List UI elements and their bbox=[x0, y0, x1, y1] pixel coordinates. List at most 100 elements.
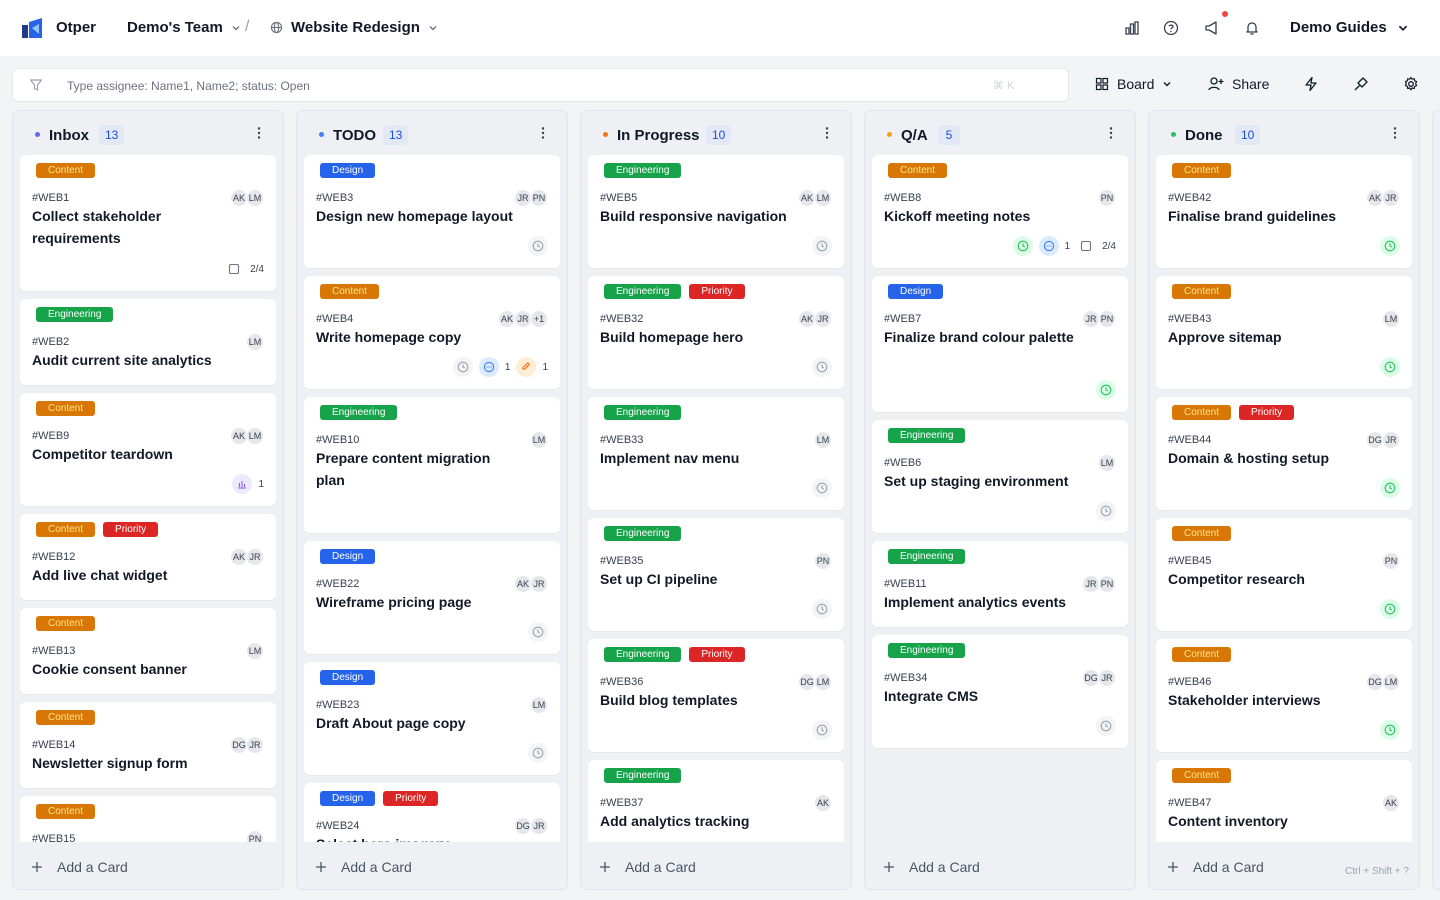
task-card[interactable]: Engineering #WEB37 Add analytics trackin… bbox=[588, 760, 844, 842]
bell-icon[interactable] bbox=[1242, 18, 1262, 38]
view-switcher-button[interactable]: Board bbox=[1095, 76, 1172, 92]
task-card[interactable]: Content Priority #WEB44 Domain & hosting … bbox=[1156, 397, 1412, 510]
clock-icon[interactable] bbox=[812, 720, 832, 740]
avatar[interactable]: LM bbox=[814, 431, 832, 449]
clock-icon[interactable] bbox=[1096, 501, 1116, 521]
column-title[interactable]: Done bbox=[1185, 127, 1223, 144]
avatar[interactable]: LM bbox=[246, 189, 264, 207]
more-vertical-icon[interactable] bbox=[819, 125, 835, 141]
avatar[interactable]: LM bbox=[1382, 673, 1400, 691]
task-card[interactable]: Content #WEB45 Competitor research PN bbox=[1156, 518, 1412, 631]
avatar[interactable]: LM bbox=[1382, 310, 1400, 328]
avatar[interactable]: LM bbox=[814, 189, 832, 207]
avatar[interactable]: LM bbox=[246, 642, 264, 660]
clock-icon[interactable] bbox=[1012, 236, 1033, 256]
task-card[interactable]: Engineering #WEB2 Audit current site ana… bbox=[20, 299, 276, 385]
help-icon[interactable] bbox=[1161, 18, 1181, 38]
task-card[interactable]: Design #WEB22 Wireframe pricing page AK J… bbox=[304, 541, 560, 654]
task-card[interactable]: Engineering Priority #WEB36 Build blog te… bbox=[588, 639, 844, 752]
avatar[interactable]: PN bbox=[814, 552, 832, 570]
clock-icon[interactable] bbox=[812, 236, 832, 256]
avatar[interactable]: JR bbox=[246, 736, 264, 754]
task-card[interactable]: Content #WEB13 Cookie consent banner LM bbox=[20, 608, 276, 694]
share-button[interactable]: Share bbox=[1208, 76, 1269, 92]
announcement-icon[interactable] bbox=[1202, 18, 1222, 38]
app-logo-icon[interactable] bbox=[20, 16, 44, 40]
clock-icon[interactable] bbox=[1096, 716, 1116, 736]
automation-icon[interactable] bbox=[1303, 76, 1319, 92]
column-title[interactable]: Inbox bbox=[49, 127, 89, 144]
comment-icon[interactable] bbox=[1038, 236, 1059, 256]
avatar[interactable]: PN bbox=[1098, 575, 1116, 593]
clock-icon[interactable] bbox=[812, 599, 832, 619]
avatar[interactable]: JR bbox=[814, 310, 832, 328]
avatar[interactable]: LM bbox=[1098, 454, 1116, 472]
integrations-icon[interactable] bbox=[1353, 76, 1369, 92]
project-switcher[interactable]: Website Redesign bbox=[270, 19, 438, 36]
avatar[interactable]: PN bbox=[1098, 189, 1116, 207]
task-card[interactable]: Engineering #WEB6 Set up staging environ… bbox=[872, 420, 1128, 533]
avatar[interactable]: AK bbox=[814, 794, 832, 812]
avatar[interactable]: LM bbox=[246, 333, 264, 351]
more-vertical-icon[interactable] bbox=[535, 125, 551, 141]
clock-icon[interactable] bbox=[1380, 599, 1400, 619]
task-card[interactable]: Engineering #WEB10 Prepare content migra… bbox=[304, 397, 560, 533]
add-card-button[interactable]: Add a Card bbox=[883, 859, 980, 875]
avatar[interactable]: PN bbox=[1382, 552, 1400, 570]
avatar[interactable]: PN bbox=[530, 189, 548, 207]
avatar[interactable]: LM bbox=[530, 696, 548, 714]
clock-icon[interactable] bbox=[1096, 380, 1116, 400]
team-switcher[interactable]: Demo's Team bbox=[127, 19, 241, 36]
more-vertical-icon[interactable] bbox=[1103, 125, 1119, 141]
task-card[interactable]: Engineering #WEB33 Implement nav menu LM bbox=[588, 397, 844, 510]
clock-icon[interactable] bbox=[1380, 478, 1400, 498]
clock-icon[interactable] bbox=[812, 357, 832, 377]
column-title[interactable]: In Progress bbox=[617, 127, 700, 144]
task-card[interactable]: Content #WEB47 Content inventory AK bbox=[1156, 760, 1412, 842]
task-card[interactable]: Engineering #WEB34 Integrate CMS DG JR bbox=[872, 635, 1128, 748]
task-card[interactable]: Content #WEB15 PN bbox=[20, 796, 276, 842]
guides-menu[interactable]: Demo Guides bbox=[1290, 19, 1409, 36]
clock-icon[interactable] bbox=[528, 236, 548, 256]
task-card[interactable]: Content #WEB14 Newsletter signup form DG… bbox=[20, 702, 276, 788]
add-card-button[interactable]: Add a Card bbox=[31, 859, 128, 875]
clock-icon[interactable] bbox=[528, 743, 548, 763]
clock-icon[interactable] bbox=[1380, 236, 1400, 256]
task-card[interactable]: Content #WEB43 Approve sitemap LM bbox=[1156, 276, 1412, 389]
task-card[interactable]: Design #WEB23 Draft About page copy LM bbox=[304, 662, 560, 775]
more-vertical-icon[interactable] bbox=[251, 125, 267, 141]
task-card[interactable]: Design Priority #WEB24 Select hero imager… bbox=[304, 783, 560, 842]
task-card[interactable]: Content #WEB4 Write homepage copy AK JR +1… bbox=[304, 276, 560, 389]
task-card[interactable]: Design #WEB7 Finalize brand colour palet… bbox=[872, 276, 1128, 412]
more-vertical-icon[interactable] bbox=[1387, 125, 1403, 141]
add-card-button[interactable]: Add a Card bbox=[599, 859, 696, 875]
add-card-button[interactable]: Add a Card bbox=[1167, 859, 1264, 875]
task-card[interactable]: Content #WEB42 Finalise brand guidelines… bbox=[1156, 155, 1412, 268]
chart-icon[interactable] bbox=[232, 474, 253, 494]
avatar[interactable]: LM bbox=[246, 427, 264, 445]
task-card[interactable]: Engineering #WEB35 Set up CI pipeline PN bbox=[588, 518, 844, 631]
task-card[interactable]: Content #WEB8 Kickoff meeting notes PN 1… bbox=[872, 155, 1128, 268]
add-card-button[interactable]: Add a Card bbox=[315, 859, 412, 875]
task-card[interactable]: Content Priority #WEB12 Add live chat wid… bbox=[20, 514, 276, 600]
avatar[interactable]: AK bbox=[1382, 794, 1400, 812]
clock-icon[interactable] bbox=[1380, 357, 1400, 377]
task-card[interactable]: Content #WEB1 Collect stakeholder requir… bbox=[20, 155, 276, 291]
avatar[interactable]: JR bbox=[1382, 431, 1400, 449]
comment-icon[interactable] bbox=[478, 357, 499, 377]
task-card[interactable]: Engineering #WEB5 Build responsive navig… bbox=[588, 155, 844, 268]
filter-input[interactable]: Type assignee: Name1, Name2; status: Ope… bbox=[12, 68, 1069, 102]
task-card[interactable]: Engineering #WEB11 Implement analytics e… bbox=[872, 541, 1128, 627]
avatar[interactable]: JR bbox=[530, 575, 548, 593]
clock-icon[interactable] bbox=[812, 478, 832, 498]
avatar[interactable]: +1 bbox=[530, 310, 548, 328]
avatar[interactable]: JR bbox=[1098, 669, 1116, 687]
clock-icon[interactable] bbox=[1380, 720, 1400, 740]
task-card[interactable]: Engineering Priority #WEB32 Build homepag… bbox=[588, 276, 844, 389]
analytics-icon[interactable] bbox=[1122, 18, 1142, 38]
column-title[interactable]: TODO bbox=[333, 127, 376, 144]
avatar[interactable]: LM bbox=[530, 431, 548, 449]
task-card[interactable]: Design #WEB3 Design new homepage layout … bbox=[304, 155, 560, 268]
attachment-icon[interactable] bbox=[516, 357, 537, 377]
avatar[interactable]: PN bbox=[246, 830, 264, 842]
